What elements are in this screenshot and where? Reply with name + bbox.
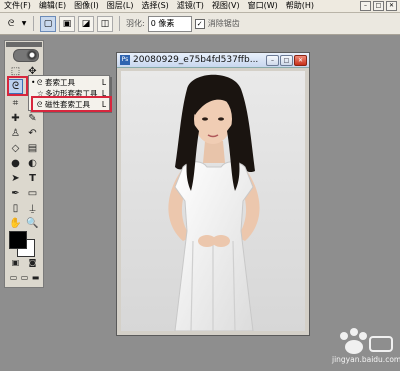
menu-edit[interactable]: 编辑(E) (35, 0, 70, 12)
eyedropper-tool-icon[interactable]: ⍊ (25, 201, 40, 216)
type-tool-icon[interactable]: T (25, 171, 40, 186)
intersect-selection-icon[interactable]: ◫ (97, 15, 113, 32)
menu-file[interactable]: 文件(F) (0, 0, 35, 12)
toolbox-grip[interactable] (6, 42, 42, 47)
menu-help[interactable]: 帮助(H) (282, 0, 318, 12)
lasso-tool-highlight (7, 76, 28, 96)
eraser-tool-icon[interactable]: ◇ (8, 141, 23, 156)
baidu-jingyan-watermark: jingyan.baidu.com (332, 327, 400, 367)
antialias-label: 消除锯齿 (207, 19, 240, 28)
healing-brush-tool-icon[interactable]: ✚ (8, 111, 23, 126)
menu-window[interactable]: 窗口(W) (244, 0, 282, 12)
magnetic-lasso-highlight (31, 96, 112, 112)
flyout-item-lasso[interactable]: • ᘓ 套索工具 L (29, 77, 109, 88)
minimize-icon[interactable]: – (360, 1, 371, 11)
divider (119, 16, 120, 31)
brush-tool-icon[interactable]: ✎ (25, 111, 40, 126)
antialias-checkbox[interactable]: ✓ (194, 18, 205, 29)
history-brush-tool-icon[interactable]: ↶ (25, 126, 40, 141)
quick-mask-icon[interactable]: ◙ (25, 255, 40, 270)
watermark-site-text: jingyan.baidu.com (332, 355, 400, 364)
menu-select[interactable]: 选择(S) (137, 0, 172, 12)
canvas-photo[interactable] (121, 71, 305, 331)
new-selection-icon[interactable]: ▢ (40, 15, 56, 32)
clone-stamp-tool-icon[interactable]: ♙ (8, 126, 23, 141)
chevron-down-icon[interactable]: ▼ (21, 17, 27, 31)
menu-layer[interactable]: 图层(L) (103, 0, 138, 12)
subtract-selection-icon[interactable]: ◪ (78, 15, 94, 32)
crop-tool-icon[interactable]: ⌗ (8, 96, 23, 111)
feather-label: 羽化: (126, 19, 145, 28)
notes-tool-icon[interactable]: ▯ (8, 201, 23, 216)
menu-image[interactable]: 图像(I) (70, 0, 103, 12)
blur-tool-icon[interactable]: ● (8, 156, 23, 171)
close-icon[interactable]: ✕ (386, 1, 397, 11)
document-title-bar[interactable]: Ps 20080929_e75b4fd537ffb... – □ ✕ (117, 53, 309, 68)
zoom-tool-icon[interactable]: 🔍 (25, 216, 40, 231)
app-window-controls: – □ ✕ (360, 1, 400, 11)
flyout-item-shortcut: L (101, 78, 106, 87)
add-selection-icon[interactable]: ▣ (59, 15, 75, 32)
feather-input[interactable] (147, 15, 192, 32)
menu-filter[interactable]: 滤镜(T) (173, 0, 208, 12)
maximize-icon[interactable]: □ (373, 1, 384, 11)
close-icon[interactable]: ✕ (294, 55, 307, 66)
flyout-item-label: 套索工具 (45, 78, 75, 87)
dodge-tool-icon[interactable]: ◐ (25, 156, 40, 171)
document-title: 20080929_e75b4fd537ffb... (133, 55, 259, 65)
divider (33, 16, 34, 31)
options-bar: ᘓ ▼ ▢ ▣ ◪ ◫ 羽化: ✓ 消除锯齿 (0, 13, 400, 35)
portrait-photo (121, 71, 305, 331)
menu-bar: 文件(F) 编辑(E) 图像(I) 图层(L) 选择(S) 滤镜(T) 视图(V… (0, 0, 400, 13)
lasso-icon: ᘓ (37, 78, 43, 87)
standard-mode-icon[interactable]: ▣ (8, 255, 23, 270)
gradient-tool-icon[interactable]: ▤ (25, 141, 40, 156)
pen-tool-icon[interactable]: ✒ (8, 186, 23, 201)
minimize-icon[interactable]: – (266, 55, 279, 66)
path-selection-tool-icon[interactable]: ➤ (8, 171, 23, 186)
foreground-color-swatch[interactable] (9, 231, 27, 249)
maximize-icon[interactable]: □ (280, 55, 293, 66)
lasso-preset-icon[interactable]: ᘓ (4, 17, 18, 31)
screen-mode-full-icon[interactable]: ▬ (28, 270, 43, 285)
photoshop-logo-icon (13, 49, 39, 62)
document-window: Ps 20080929_e75b4fd537ffb... – □ ✕ (116, 52, 310, 336)
hand-tool-icon[interactable]: ✋ (8, 216, 23, 231)
menu-view[interactable]: 视图(V) (208, 0, 244, 12)
photoshop-document-icon: Ps (120, 55, 130, 65)
baidu-paw-logo-icon (340, 328, 393, 354)
shape-tool-icon[interactable]: ▭ (25, 186, 40, 201)
